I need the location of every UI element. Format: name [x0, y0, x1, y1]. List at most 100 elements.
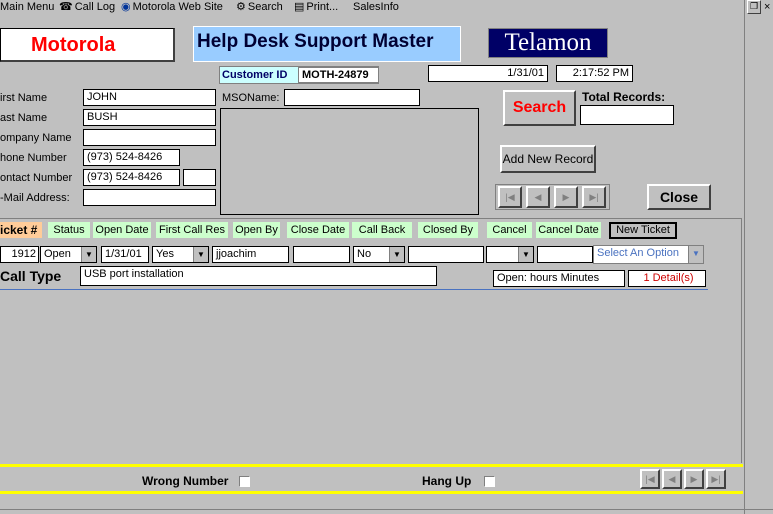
first-record-icon: |◀: [505, 192, 515, 202]
time-display: 2:17:52 PM: [556, 65, 633, 82]
last-ticket-icon: ▶|: [711, 474, 721, 484]
close-date-header: Close Date: [287, 222, 349, 238]
open-by-field[interactable]: jjoachim: [212, 246, 289, 263]
search-button[interactable]: Search: [503, 90, 576, 126]
contact-number-field[interactable]: (973) 524-8426: [83, 169, 180, 186]
customer-id-value[interactable]: MOTH-24879: [298, 67, 379, 83]
contact-number-label: ontact Number: [0, 172, 73, 184]
horizontal-scrollbar[interactable]: [0, 509, 773, 514]
menu-motorola-web-site[interactable]: ◉ Motorola Web Site: [121, 0, 223, 15]
msoname-field[interactable]: [284, 89, 420, 106]
globe-icon: ◉: [121, 1, 131, 13]
page-title: Help Desk Support Master: [197, 31, 434, 52]
ticket-number-field[interactable]: 1912: [0, 246, 39, 263]
ticket-number-header: icket #: [0, 222, 42, 238]
open-date-field[interactable]: 1/31/01: [101, 246, 149, 263]
search-icon: ⚙: [236, 1, 246, 13]
contact-extension-field[interactable]: [183, 169, 216, 186]
last-record-icon: ▶|: [589, 192, 599, 202]
previous-ticket-button[interactable]: ◀: [662, 469, 682, 489]
total-records-label: Total Records:: [582, 90, 666, 104]
status-header: Status: [48, 222, 90, 238]
first-ticket-icon: |◀: [645, 474, 655, 484]
print-icon: ▤: [294, 1, 305, 13]
divider: [0, 289, 708, 290]
closed-by-field[interactable]: [408, 246, 484, 263]
next-record-icon: ▶: [562, 192, 570, 202]
customer-id-label: Customer ID: [222, 69, 288, 81]
divider-yellow-top: [0, 464, 743, 467]
status-select[interactable]: Open ▼: [40, 246, 97, 263]
menu-search[interactable]: ⚙ Search: [236, 0, 283, 15]
motorola-logo: Motorola: [0, 28, 175, 62]
menu-print[interactable]: ▤ Print...: [294, 0, 338, 15]
closed-by-header: Closed By: [418, 222, 478, 238]
chevron-down-icon[interactable]: ▼: [389, 247, 404, 262]
msoname-list[interactable]: [220, 108, 479, 215]
first-name-field[interactable]: JOHN: [83, 89, 216, 106]
date-display: 1/31/01: [428, 65, 548, 82]
open-by-header: Open By: [233, 222, 280, 238]
window-edge: [744, 0, 745, 514]
menu-main-menu[interactable]: Main Menu: [0, 0, 54, 15]
first-call-res-header: First Call Res: [156, 222, 228, 238]
menubar: Main Menu ☎ Call Log ◉ Motorola Web Site ⚙…: [0, 0, 773, 15]
wrong-number-label: Wrong Number: [142, 474, 229, 488]
record-navigator: |◀ ◀ ▶ ▶|: [495, 184, 610, 210]
phone-number-field[interactable]: (973) 524-8426: [83, 149, 180, 166]
menu-call-log[interactable]: ☎ Call Log: [59, 0, 115, 15]
menu-salesinfo[interactable]: SalesInfo: [353, 0, 399, 15]
previous-ticket-icon: ◀: [668, 474, 676, 484]
chevron-down-icon[interactable]: ▼: [193, 247, 208, 262]
first-name-label: irst Name: [0, 92, 48, 104]
next-ticket-icon: ▶: [690, 474, 698, 484]
close-date-field[interactable]: [293, 246, 350, 263]
first-call-res-select[interactable]: Yes ▼: [152, 246, 209, 263]
last-name-label: ast Name: [0, 112, 48, 124]
msoname-label: MSOName:: [222, 92, 280, 104]
first-record-button[interactable]: |◀: [498, 186, 522, 208]
total-records-field: [580, 105, 674, 125]
divider-yellow-bottom: [0, 491, 743, 494]
company-name-label: ompany Name: [0, 132, 72, 144]
previous-record-button[interactable]: ◀: [526, 186, 550, 208]
option-select[interactable]: Select An Option ▼: [593, 245, 704, 264]
last-ticket-button[interactable]: ▶|: [706, 469, 726, 489]
first-ticket-button[interactable]: |◀: [640, 469, 660, 489]
close-button[interactable]: Close: [647, 184, 711, 210]
details-link[interactable]: 1 Detail(s): [628, 270, 706, 287]
company-name-field[interactable]: [83, 129, 216, 146]
page-title-box: Help Desk Support Master: [193, 26, 461, 62]
call-back-header: Call Back: [352, 222, 412, 238]
next-ticket-button[interactable]: ▶: [684, 469, 704, 489]
email-field[interactable]: [83, 189, 216, 206]
new-ticket-button[interactable]: New Ticket: [609, 222, 677, 239]
call-type-label: Call Type: [0, 268, 62, 284]
cancel-date-field[interactable]: [537, 246, 593, 263]
chevron-down-icon[interactable]: ▼: [688, 246, 703, 263]
open-duration-field: Open: hours Minutes: [493, 270, 625, 287]
call-back-select[interactable]: No ▼: [353, 246, 405, 263]
last-record-button[interactable]: ▶|: [582, 186, 606, 208]
next-record-button[interactable]: ▶: [554, 186, 578, 208]
chevron-down-icon[interactable]: ▼: [518, 247, 533, 262]
telamon-logo-text: Telamon: [504, 29, 592, 56]
call-type-field[interactable]: USB port installation: [80, 266, 437, 286]
add-new-record-button[interactable]: Add New Record: [500, 145, 596, 173]
cancel-select[interactable]: ▼: [486, 246, 534, 263]
phone-number-label: hone Number: [0, 152, 67, 164]
previous-record-icon: ◀: [534, 192, 542, 202]
wrong-number-checkbox[interactable]: [239, 476, 250, 487]
restore-button[interactable]: ❐: [747, 0, 761, 14]
hang-up-checkbox[interactable]: [484, 476, 495, 487]
close-icon: ×: [764, 1, 771, 13]
close-window-button[interactable]: ×: [764, 0, 773, 14]
telamon-logo: Telamon: [488, 28, 608, 58]
chevron-down-icon[interactable]: ▼: [81, 247, 96, 262]
restore-icon: ❐: [749, 1, 759, 11]
customer-id-box: Customer ID MOTH-24879: [219, 66, 379, 84]
last-name-field[interactable]: BUSH: [83, 109, 216, 126]
motorola-logo-text: Motorola: [31, 34, 116, 56]
ticket-navigator: |◀ ◀ ▶ ▶|: [640, 469, 726, 489]
phone-icon: ☎: [59, 1, 73, 13]
